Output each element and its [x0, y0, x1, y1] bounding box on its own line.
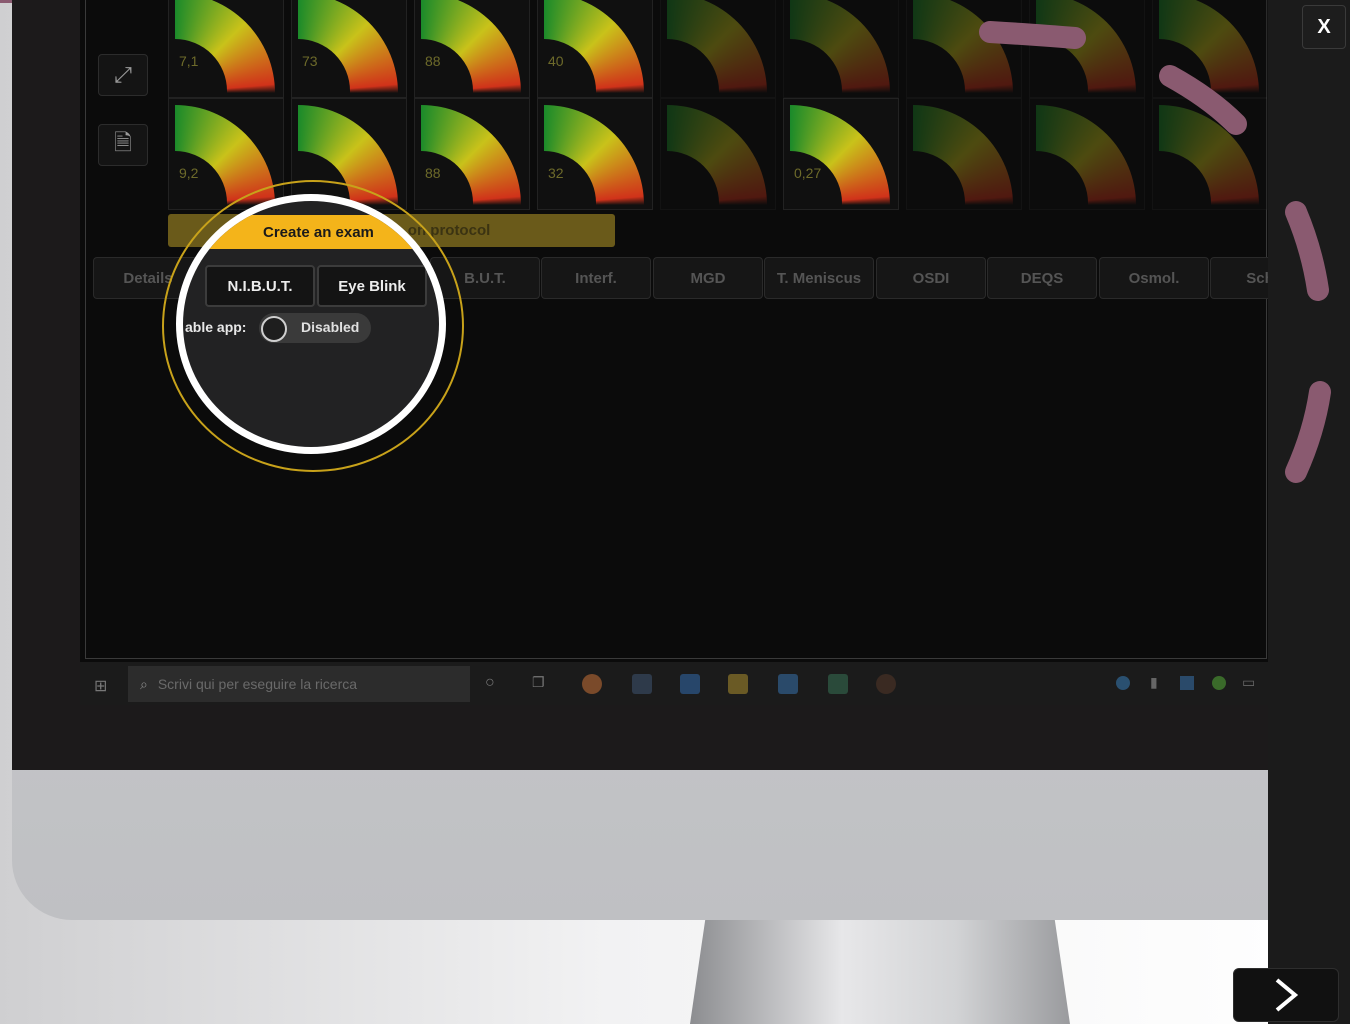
tab-label: N.I.B.U.T. [227, 277, 293, 295]
gauge-card [906, 0, 1022, 98]
gauge-card [1029, 0, 1145, 98]
taskbar-search-placeholder: Scrivi qui per eseguire la ricerca [157, 676, 358, 692]
magnified-tab-nibut[interactable]: N.I.B.U.T. [205, 265, 315, 307]
app-icon[interactable] [828, 674, 848, 694]
app-icon[interactable] [876, 674, 896, 694]
gauge-dial [421, 105, 521, 205]
gauge-value: 0,27 [794, 165, 822, 181]
task-view-icon[interactable]: ❐ [532, 674, 545, 691]
cortana-icon[interactable]: ○ [485, 674, 495, 692]
tab-osdi[interactable]: OSDI [876, 257, 986, 299]
enable-app-toggle[interactable]: Disabled [259, 313, 371, 343]
gauge-dial [1159, 0, 1259, 93]
gauge-dial [298, 0, 398, 93]
gauge-dial [913, 0, 1013, 93]
windows-start-icon[interactable]: ⊞ [94, 676, 107, 696]
windows-taskbar: ⊞ ⌕ Scrivi qui per eseguire la ricerca ○… [80, 662, 1270, 705]
magnified-protocol-label: Create an exam [263, 223, 374, 241]
tab-t-meniscus[interactable]: T. Meniscus [764, 257, 874, 299]
magnified-create-protocol[interactable]: Create an exam [183, 215, 439, 249]
gauge-dial [1036, 105, 1136, 205]
gauge-card: 73 [291, 0, 407, 98]
gauge-card: 88 [414, 98, 530, 210]
gauge-dial [790, 105, 890, 205]
close-label: X [1317, 15, 1331, 38]
tab-label: Osmol. [1128, 269, 1180, 287]
monitor-stand [690, 920, 1070, 1024]
fullscreen-icon[interactable]: ⤢ [98, 54, 148, 96]
security-icon[interactable] [1212, 676, 1226, 690]
tray-icon[interactable] [1116, 676, 1130, 690]
gauge-card [783, 0, 899, 98]
gauge-value: 9,2 [179, 165, 199, 181]
app-icon[interactable] [680, 674, 700, 694]
gauge-dial [913, 105, 1013, 205]
gauge-value: 32 [548, 165, 564, 181]
search-icon: ⌕ [140, 675, 148, 692]
gauge-value: 7,1 [179, 53, 199, 69]
gauge-card: 88 [414, 0, 530, 98]
microphone-icon[interactable]: ▮ [1150, 674, 1158, 691]
gauge-dial [421, 0, 521, 93]
gauge-card [660, 98, 776, 210]
tab-schir[interactable]: Schir [1210, 257, 1270, 299]
gauge-dial [175, 0, 275, 93]
gauge-card [660, 0, 776, 98]
gauge-dial [1159, 105, 1259, 205]
tab-label: OSDI [912, 269, 950, 287]
chevron-right-icon [1275, 978, 1299, 1012]
gauge-card [1029, 98, 1145, 210]
tab-label: MGD [690, 269, 726, 287]
tab-label: Schir [1246, 269, 1270, 287]
tab-label: B.U.T. [464, 269, 506, 287]
report-document-icon[interactable]: 🗎 [98, 124, 148, 166]
gauge-dial [544, 0, 644, 93]
tab-label: Details [123, 269, 173, 287]
app-icon[interactable] [778, 674, 798, 694]
gauge-dial [667, 105, 767, 205]
gauge-dial [667, 0, 767, 93]
taskbar-search-box[interactable]: ⌕ Scrivi qui per eseguire la ricerca [128, 666, 470, 702]
tab-label: Interf. [575, 269, 617, 287]
next-button[interactable] [1233, 968, 1339, 1022]
enable-app-label: able app: [185, 319, 247, 335]
gauge-card: 7,1 [168, 0, 284, 98]
chrome-icon[interactable] [582, 674, 602, 694]
gauge-dial [544, 105, 644, 205]
tab-deqs[interactable]: DEQS [987, 257, 1097, 299]
tray-icon[interactable] [1180, 676, 1194, 690]
toggle-knob [261, 316, 287, 342]
gauge-value: 88 [425, 53, 441, 69]
gauge-card: 32 [537, 98, 653, 210]
gauge-value: 88 [425, 165, 441, 181]
magnified-tab-eye-blink[interactable]: Eye Blink [317, 265, 427, 307]
gauge-card: 40 [537, 0, 653, 98]
right-nav-panel [1268, 0, 1350, 1024]
tab-osmol[interactable]: Osmol. [1099, 257, 1209, 299]
gauge-card [1152, 98, 1268, 210]
notification-icon[interactable]: ▭ [1242, 674, 1255, 691]
gauge-value: 40 [548, 53, 564, 69]
gauge-card [1152, 0, 1268, 98]
tab-interf[interactable]: Interf. [541, 257, 651, 299]
tab-label: DEQS [1020, 269, 1064, 287]
close-button[interactable]: X [1302, 5, 1346, 49]
gauge-card: 0,27 [783, 98, 899, 210]
tab-mgd[interactable]: MGD [653, 257, 763, 299]
gauge-value: 73 [302, 53, 318, 69]
magnifier-lens: Create an exam N.I.B.U.T. Eye Blink able… [176, 194, 446, 454]
tab-label: T. Meniscus [776, 269, 862, 287]
toggle-state-label: Disabled [301, 319, 360, 335]
gauge-card [906, 98, 1022, 210]
gauge-dial [1036, 0, 1136, 93]
tab-label: Eye Blink [338, 277, 406, 295]
file-explorer-icon[interactable] [728, 674, 748, 694]
app-icon[interactable] [632, 674, 652, 694]
gauge-dial [790, 0, 890, 93]
